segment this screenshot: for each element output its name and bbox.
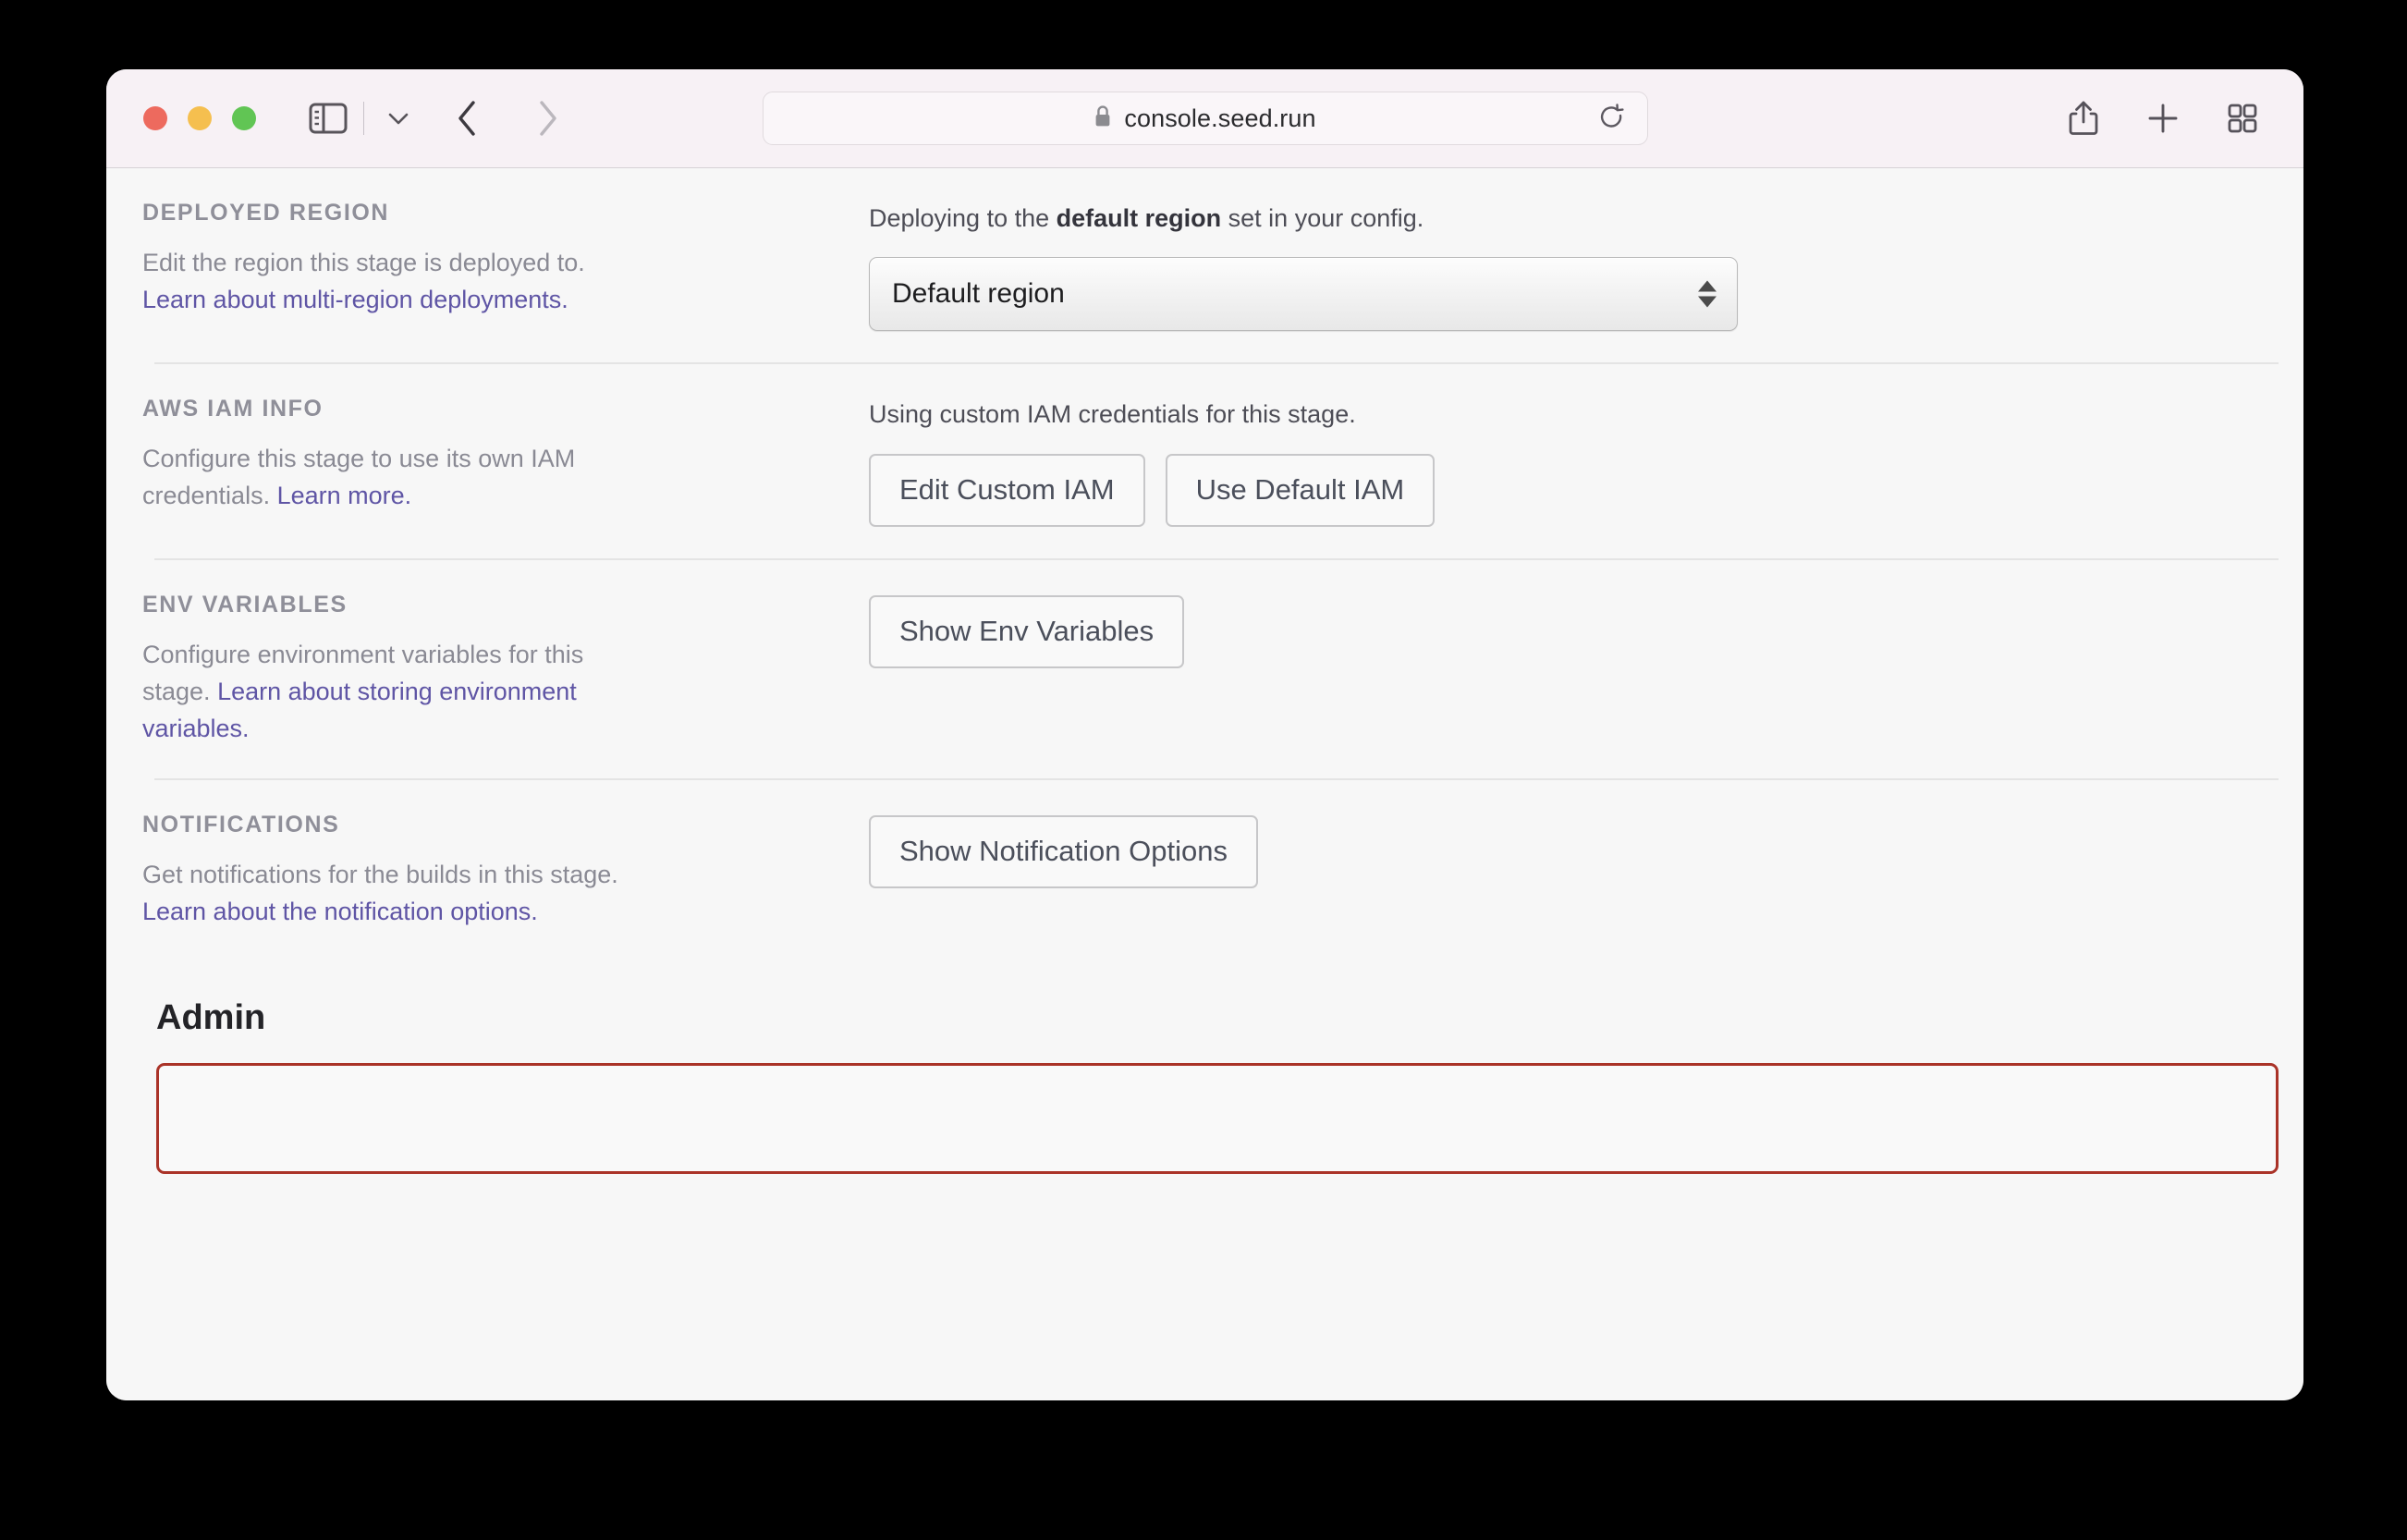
close-button[interactable] xyxy=(143,106,167,130)
section-description-column: DEPLOYED REGION Edit the region this sta… xyxy=(141,202,623,318)
url-text: console.seed.run xyxy=(1124,104,1316,132)
iam-docs-link[interactable]: Learn more. xyxy=(277,482,412,509)
toolbar-nav-group xyxy=(302,92,575,144)
notifications-docs-link[interactable]: Learn about the notification options. xyxy=(142,898,538,925)
lock-icon xyxy=(1094,104,1112,133)
section-notifications: NOTIFICATIONS Get notifications for the … xyxy=(141,780,2265,961)
toolbar-divider xyxy=(363,102,364,135)
section-description: Configure environment variables for this… xyxy=(142,636,623,747)
section-control-column: Show Notification Options xyxy=(623,813,2265,888)
toolbar-actions xyxy=(2061,96,2265,141)
section-label: AWS IAM INFO xyxy=(142,396,324,422)
region-note-bold: default region xyxy=(1056,204,1222,232)
chevron-down-icon[interactable] xyxy=(377,95,420,141)
section-env-variables: ENV VARIABLES Configure environment vari… xyxy=(141,560,2265,778)
section-description-column: ENV VARIABLES Configure environment vari… xyxy=(141,593,623,747)
back-button[interactable] xyxy=(440,92,495,144)
section-control-column: Deploying to the default region set in y… xyxy=(623,202,2265,332)
forward-button[interactable] xyxy=(519,92,575,144)
region-status-note: Deploying to the default region set in y… xyxy=(869,203,2265,233)
address-bar[interactable]: console.seed.run xyxy=(762,92,1648,145)
sidebar-toggle-icon[interactable] xyxy=(302,92,354,144)
section-control-column: Show Env Variables xyxy=(623,593,2265,668)
admin-title: Admin xyxy=(156,997,266,1037)
maximize-button[interactable] xyxy=(232,106,256,130)
settings-list: DEPLOYED REGION Edit the region this sta… xyxy=(106,168,2303,1174)
page-content: DEPLOYED REGION Edit the region this sta… xyxy=(106,168,2303,1400)
section-deployed-region: DEPLOYED REGION Edit the region this sta… xyxy=(141,168,2265,362)
show-notification-options-button[interactable]: Show Notification Options xyxy=(869,814,1258,888)
section-aws-iam-info: AWS IAM INFO Configure this stage to use… xyxy=(141,364,2265,557)
region-select-value: Default region xyxy=(892,278,1065,310)
section-description: Get notifications for the builds in this… xyxy=(142,856,623,930)
section-label: ENV VARIABLES xyxy=(142,591,348,617)
window-controls xyxy=(143,106,256,130)
url-display: console.seed.run xyxy=(1094,104,1316,133)
section-control-column: Using custom IAM credentials for this st… xyxy=(623,397,2265,527)
section-label: NOTIFICATIONS xyxy=(142,811,340,837)
region-note-prefix: Deploying to the xyxy=(869,204,1057,232)
address-bar-container: console.seed.run xyxy=(762,92,1648,145)
admin-section: Admin xyxy=(141,961,2279,1174)
edit-custom-iam-button[interactable]: Edit Custom IAM xyxy=(869,453,1145,527)
reload-icon[interactable] xyxy=(1594,100,1631,137)
iam-button-row: Edit Custom IAM Use Default IAM xyxy=(869,453,2265,527)
region-note-suffix: set in your config. xyxy=(1221,204,1424,232)
multi-region-docs-link[interactable]: Learn about multi-region deployments. xyxy=(142,286,568,313)
browser-toolbar: console.seed.run xyxy=(106,69,2303,168)
stepper-arrows-icon xyxy=(1698,280,1717,308)
section-label: DEPLOYED REGION xyxy=(142,200,390,226)
minimize-button[interactable] xyxy=(188,106,212,130)
region-select[interactable]: Default region xyxy=(869,257,1738,332)
section-description-column: NOTIFICATIONS Get notifications for the … xyxy=(141,813,623,930)
use-default-iam-button[interactable]: Use Default IAM xyxy=(1165,453,1436,527)
section-description-text: Edit the region this stage is deployed t… xyxy=(142,249,585,276)
show-env-variables-button[interactable]: Show Env Variables xyxy=(869,594,1185,668)
admin-danger-panel xyxy=(156,1062,2279,1174)
browser-window: console.seed.run DEPLOYED REGION Edit th… xyxy=(106,69,2303,1400)
share-icon[interactable] xyxy=(2061,96,2106,141)
section-description-column: AWS IAM INFO Configure this stage to use… xyxy=(141,397,623,514)
iam-status-note: Using custom IAM credentials for this st… xyxy=(869,400,1356,429)
desktop-background: console.seed.run DEPLOYED REGION Edit th… xyxy=(0,0,2407,1540)
section-description-text: Get notifications for the builds in this… xyxy=(142,860,618,888)
section-description: Configure this stage to use its own IAM … xyxy=(142,440,623,514)
plus-icon[interactable] xyxy=(2141,96,2185,141)
section-description: Edit the region this stage is deployed t… xyxy=(142,244,623,318)
grid-icon[interactable] xyxy=(2220,96,2265,141)
